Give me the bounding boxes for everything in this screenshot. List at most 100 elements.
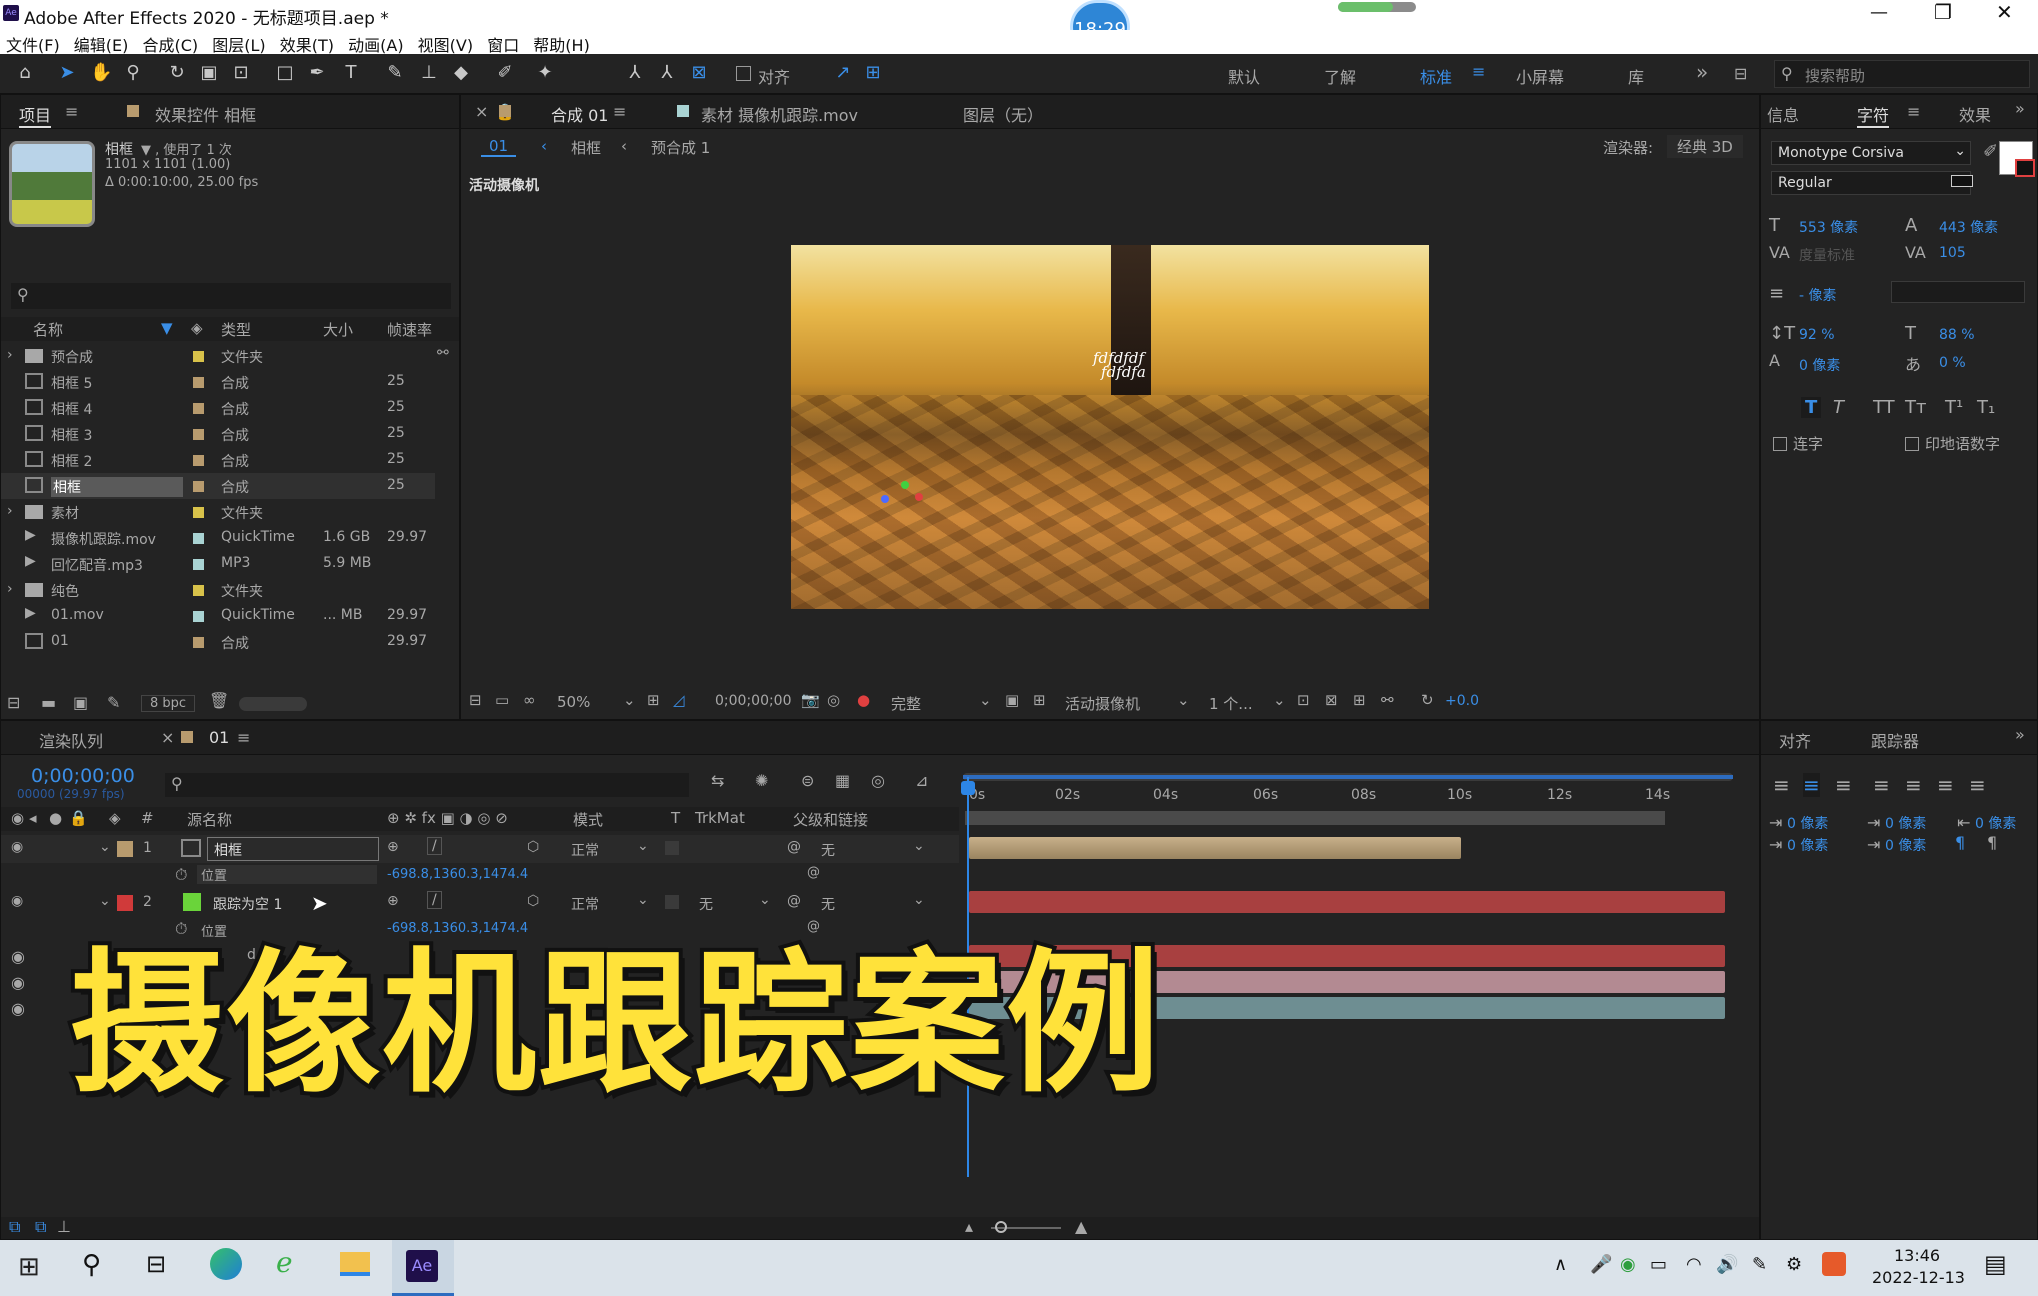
menu-effect[interactable]: 效果(T) — [280, 36, 334, 55]
col-trkmat[interactable]: TrkMat — [695, 809, 745, 827]
tab-footage[interactable]: 素材 摄像机跟踪.mov — [701, 102, 858, 126]
horizontal-scale-value[interactable]: 88 % — [1939, 327, 1975, 343]
eyedropper-icon[interactable]: ✐ — [1983, 141, 1998, 162]
col-type[interactable]: 类型 — [221, 319, 251, 340]
justify-left-icon[interactable]: ≡ — [1873, 773, 1890, 797]
view-layout-select[interactable]: 1 个... — [1209, 693, 1269, 714]
tracking-value[interactable]: 105 — [1939, 245, 1966, 261]
zoom-out-icon[interactable]: ▴ — [965, 1217, 973, 1236]
menu-composition[interactable]: 合成(C) — [143, 36, 199, 55]
stroke-style-select[interactable] — [1891, 281, 2025, 303]
comp-viewer-frame[interactable]: fdfdfdf fdfdfa — [791, 245, 1429, 609]
ltr-direction-icon[interactable]: ¶ — [1955, 833, 1965, 852]
fit-icon[interactable]: ⊞ — [647, 691, 660, 709]
sync-settings-icon[interactable]: ⊟ — [1734, 64, 1747, 83]
font-style-select[interactable]: Regular⌄ — [1771, 171, 1971, 195]
project-search-input[interactable]: ⚲ — [11, 283, 451, 309]
timeline-search-input[interactable]: ⚲ — [165, 773, 689, 797]
snap-checkbox[interactable] — [736, 66, 751, 81]
workspace-learn[interactable]: 了解 — [1324, 64, 1356, 88]
collapse-transform-icon[interactable]: ⊕ — [387, 893, 399, 909]
tab-info[interactable]: 信息 — [1767, 102, 1799, 126]
zoom-tool-icon[interactable]: ⚲ — [122, 62, 144, 84]
menu-edit[interactable]: 编辑(E) — [74, 36, 129, 55]
visibility-eye-icon[interactable]: ◉ — [11, 839, 23, 855]
rtl-direction-icon[interactable]: ¶ — [1987, 833, 1997, 852]
workspace-library[interactable]: 库 — [1628, 64, 1644, 88]
bit-depth-button[interactable]: 8 bpc — [141, 695, 196, 712]
layer-bar-null[interactable] — [969, 891, 1725, 913]
new-folder-icon[interactable]: ▬ — [41, 693, 56, 712]
tab-layer[interactable]: 图层（无） — [963, 102, 1043, 126]
mask-visibility-icon[interactable]: ◿ — [673, 691, 685, 709]
align-left-icon[interactable]: ≡ — [1773, 773, 1790, 797]
menu-window[interactable]: 窗口 — [487, 36, 519, 55]
list-item[interactable]: ▶ 回忆配音.mp3 MP3 5.9 MB — [1, 551, 459, 577]
tab-effects-controls[interactable]: 效果控件 相框 — [155, 102, 256, 126]
microphone-icon[interactable]: 🎤 — [1590, 1254, 1612, 1275]
fill-stroke-mini-icon[interactable] — [1951, 175, 1973, 187]
all-caps-button[interactable]: TT — [1873, 397, 1895, 418]
toggle-switches-icon[interactable]: ⧉ — [9, 1217, 20, 1237]
composition-mini-flowchart-icon[interactable]: ⇆ — [711, 771, 724, 790]
timeline-icon[interactable]: ⊞ — [1353, 691, 1366, 709]
quality-icon[interactable]: / — [427, 837, 442, 855]
list-item[interactable]: ▶ 摄像机跟踪.mov QuickTime 1.6 GB 29.97 — [1, 525, 459, 551]
stopwatch-icon[interactable]: ⏱ — [175, 865, 187, 885]
list-item[interactable]: › 预合成 文件夹 ⚯ — [1, 343, 459, 369]
taskbar-ae-button[interactable]: Ae — [392, 1240, 454, 1296]
leading-value[interactable]: 443 像素 — [1939, 217, 1998, 237]
toggle-pixel-aspect-icon[interactable]: ⊡ — [1297, 691, 1310, 709]
antivirus-icon[interactable] — [1822, 1252, 1846, 1276]
disclosure-triangle-icon[interactable]: › — [7, 347, 13, 363]
toggle-modes-icon[interactable]: ⧉ — [35, 1217, 46, 1237]
roto-brush-icon[interactable]: ✐ — [494, 62, 516, 84]
col-fps[interactable]: 帧速率 — [387, 319, 432, 340]
tab-menu-icon[interactable]: ≡ — [613, 102, 626, 121]
thumbnail-slider[interactable] — [239, 697, 307, 711]
frame-blending-icon[interactable]: ▦ — [835, 771, 850, 790]
breadcrumb-frame[interactable]: 相框 — [571, 137, 601, 158]
wifi-icon[interactable]: ◠ — [1686, 1254, 1702, 1275]
tab-tracker[interactable]: 跟踪器 — [1871, 728, 1919, 752]
clock-date[interactable]: 2022-12-13 — [1872, 1268, 1965, 1287]
tab-project[interactable]: 项目 — [19, 102, 52, 128]
tsume-value[interactable]: 0 % — [1939, 355, 1966, 371]
restore-button[interactable]: ❐ — [1934, 0, 1952, 24]
list-item-selected[interactable]: 相框 合成 25 — [1, 473, 435, 499]
faux-bold-button[interactable]: T — [1801, 397, 1822, 418]
always-preview-icon[interactable]: ⊟ — [469, 691, 482, 709]
stroke-width-value[interactable]: - 像素 — [1799, 285, 1837, 305]
font-size-value[interactable]: 553 像素 — [1799, 217, 1858, 237]
ime-icon[interactable]: ⚙ — [1786, 1254, 1802, 1275]
disclosure-triangle-icon[interactable]: › — [7, 581, 13, 597]
layer-label-swatch[interactable] — [117, 895, 133, 911]
menu-help[interactable]: 帮助(H) — [533, 36, 590, 55]
battery-icon[interactable]: ▭ — [1650, 1254, 1667, 1275]
exposure-value[interactable]: +0.0 — [1445, 693, 1479, 709]
quality-icon[interactable]: / — [427, 891, 442, 909]
reset-exposure-icon[interactable]: ↻ — [1421, 691, 1434, 709]
preserve-transparency-box[interactable] — [665, 895, 679, 909]
visibility-eye-icon[interactable]: ◉ — [11, 893, 23, 909]
layer-name[interactable]: 相框 — [207, 837, 379, 861]
edge-browser-icon[interactable] — [210, 1248, 242, 1280]
kerning-value[interactable]: 度量标准 — [1799, 245, 1855, 265]
zoom-in-icon[interactable]: ▲ — [1075, 1217, 1087, 1236]
parent-select[interactable]: 无 — [821, 840, 921, 860]
small-caps-button[interactable]: Tт — [1905, 397, 1926, 418]
show-snapshot-icon[interactable]: ◎ — [827, 691, 840, 709]
file-explorer-icon[interactable] — [340, 1252, 370, 1276]
shy-layers-icon[interactable]: ⊜ — [801, 771, 814, 790]
interpret-footage-icon[interactable]: ⊟ — [7, 693, 20, 712]
tab-timeline-comp[interactable]: 01 — [209, 728, 229, 747]
breadcrumb-precomp[interactable]: 预合成 1 — [651, 137, 710, 158]
minimize-button[interactable]: — — [1870, 2, 1888, 23]
camera-view-select[interactable]: 活动摄像机 — [1065, 693, 1175, 714]
menu-layer[interactable]: 图层(L) — [212, 36, 265, 55]
col-size[interactable]: 大小 — [323, 319, 353, 340]
snapshot-icon[interactable]: 📷 — [801, 691, 820, 709]
timeline-current-time[interactable]: 0;00;00;00 — [31, 765, 135, 787]
transparency-grid-icon[interactable]: ⊞ — [1033, 691, 1046, 709]
axis-local-icon[interactable]: ⅄ — [624, 62, 646, 84]
